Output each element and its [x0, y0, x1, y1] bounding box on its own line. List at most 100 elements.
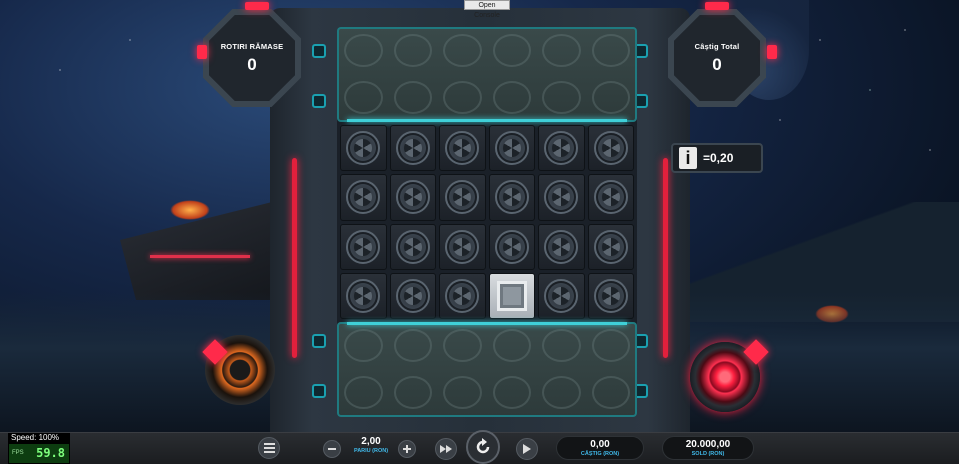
symbol-cell-crate	[488, 272, 535, 319]
fast-forward-icon	[440, 445, 452, 453]
red-light	[705, 2, 729, 10]
symbol-cell	[389, 272, 436, 319]
locked-rows-bottom	[337, 322, 637, 417]
total-win-label: Câștig Total	[694, 41, 740, 51]
bet-value: 2,00	[361, 436, 381, 447]
symbol-cell	[488, 223, 535, 270]
symbol-cell	[538, 272, 585, 319]
symbol-cell	[340, 174, 387, 221]
symbol-cell	[439, 272, 486, 319]
symbol-cell	[587, 125, 634, 172]
turbine-symbol-icon	[593, 229, 628, 264]
symbol-cell	[439, 125, 486, 172]
multiplier-badge: i =0,20	[671, 143, 763, 173]
locked-rows-top	[337, 27, 637, 122]
turbine-symbol-icon	[494, 229, 529, 264]
frame-clip	[312, 44, 326, 58]
red-light	[767, 45, 777, 59]
symbol-cell	[488, 125, 535, 172]
turbo-button[interactable]	[435, 438, 457, 460]
reels-grid	[337, 27, 637, 417]
fps-label: FPS	[12, 450, 24, 456]
turbine-symbol-icon	[395, 278, 430, 313]
crate-icon	[496, 280, 527, 311]
red-light	[197, 45, 207, 59]
symbol-cell	[538, 223, 585, 270]
increase-bet-button[interactable]	[398, 440, 416, 458]
turbine-symbol-icon	[346, 278, 381, 313]
right-red-light	[663, 158, 668, 358]
turbine-symbol-icon	[445, 229, 480, 264]
turbine-symbol-icon	[544, 278, 579, 313]
frame-clip	[312, 334, 326, 348]
win-label: CÂȘTIG (RON)	[580, 451, 620, 457]
symbol-cell	[587, 223, 634, 270]
hamburger-icon	[263, 443, 275, 453]
fps-value: 59.8	[36, 446, 65, 460]
symbol-cell	[340, 125, 387, 172]
info-icon: i	[679, 147, 697, 169]
turbine-symbol-icon	[544, 229, 579, 264]
symbol-cell	[587, 272, 634, 319]
multiplier-value: =0,20	[703, 151, 734, 165]
turbine-symbol-icon	[593, 131, 628, 166]
speed-text: Speed: 100%	[11, 433, 60, 442]
turbine-symbol-icon	[494, 131, 529, 166]
symbol-cell	[488, 174, 535, 221]
fire-left	[170, 200, 210, 220]
symbol-cell	[389, 125, 436, 172]
symbol-cell	[389, 223, 436, 270]
open-console-button[interactable]: Open Console	[464, 0, 510, 19]
turbine-symbol-icon	[593, 180, 628, 215]
turbine-symbol-icon	[445, 278, 480, 313]
bet-label: PARIU (RON)	[353, 448, 389, 454]
symbol-cell	[439, 223, 486, 270]
red-light	[245, 2, 269, 10]
turbine-symbol-icon	[395, 180, 430, 215]
menu-button[interactable]	[258, 437, 280, 459]
symbol-cell	[538, 125, 585, 172]
turbine-symbol-icon	[346, 180, 381, 215]
turbine-symbol-icon	[445, 131, 480, 166]
turbine-symbol-icon	[346, 229, 381, 264]
turbine-symbol-icon	[346, 131, 381, 166]
symbol-cell	[340, 272, 387, 319]
symbol-cell	[587, 174, 634, 221]
symbol-cell	[538, 174, 585, 221]
symbol-cell	[439, 174, 486, 221]
balance-display: 20.000,00 SOLD (RON)	[662, 436, 754, 460]
symbol-cells	[340, 125, 634, 319]
autoplay-button[interactable]	[516, 438, 538, 460]
total-win-value: 0	[712, 54, 722, 74]
balance-label: SOLD (RON)	[691, 451, 725, 457]
spins-left-value: 0	[247, 54, 257, 74]
spins-left-label: ROTIRI RĂMASE	[220, 41, 284, 51]
plus-icon	[403, 445, 411, 453]
win-display: 0,00 CÂȘTIG (RON)	[556, 436, 644, 460]
symbol-cell	[340, 223, 387, 270]
turbine-symbol-icon	[544, 131, 579, 166]
turbine-symbol-icon	[445, 180, 480, 215]
turbine-symbol-icon	[544, 180, 579, 215]
fps-box: FPS 59.8	[9, 444, 69, 463]
play-icon	[523, 444, 531, 454]
total-win-counter: Câștig Total 0	[674, 15, 760, 101]
spin-button[interactable]	[466, 430, 500, 464]
spin-arrow-icon	[476, 438, 490, 454]
teal-glow-bar	[347, 322, 627, 325]
turbine-symbol-icon	[395, 131, 430, 166]
symbol-cell	[389, 174, 436, 221]
balance-value: 20.000,00	[685, 439, 731, 450]
bet-display: 2,00 PARIU (RON)	[348, 436, 394, 454]
decrease-bet-button[interactable]	[323, 440, 341, 458]
turbine-symbol-icon	[395, 229, 430, 264]
turbine-symbol-icon	[494, 180, 529, 215]
frame-clip	[312, 384, 326, 398]
turbine-symbol-icon	[593, 278, 628, 313]
performance-monitor: Speed: 100% FPS 59.8	[8, 433, 70, 464]
minus-icon	[328, 448, 336, 450]
left-red-light	[292, 158, 297, 358]
win-value: 0,00	[590, 439, 610, 450]
frame-clip	[312, 94, 326, 108]
teal-glow-bar	[347, 119, 627, 122]
